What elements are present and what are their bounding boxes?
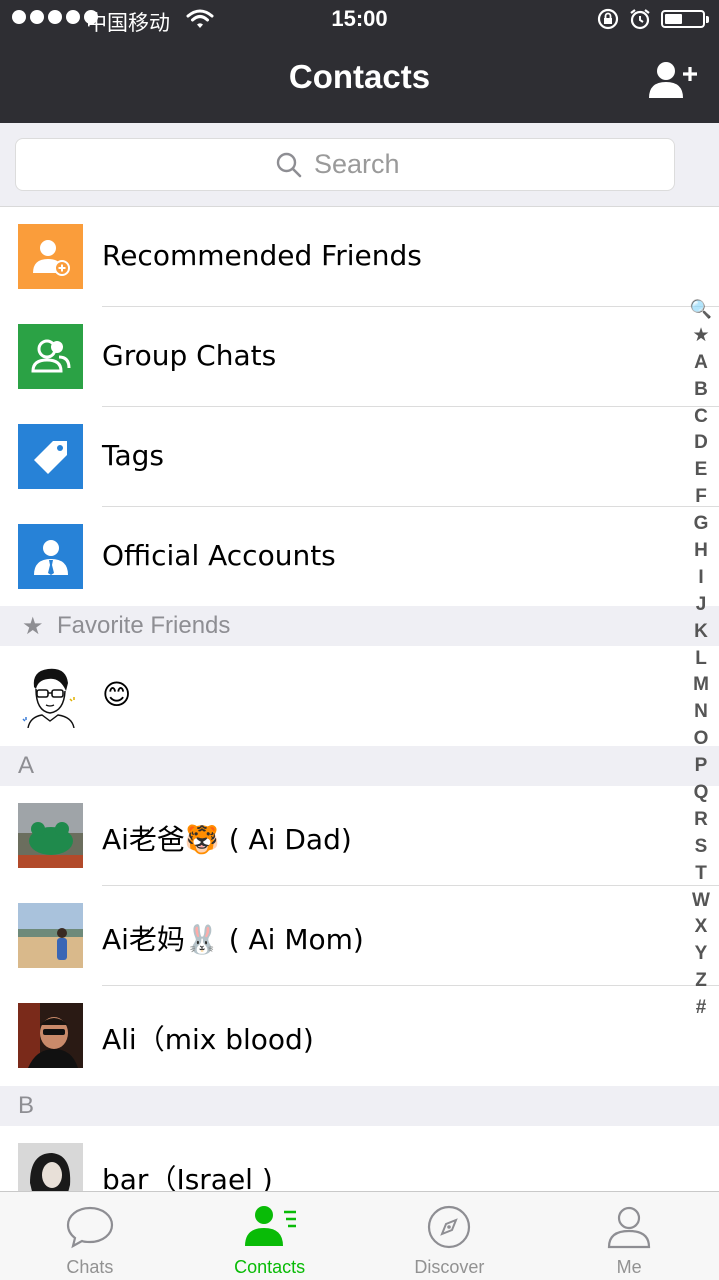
add-friend-icon [18,224,83,289]
avatar [18,1003,83,1068]
search-bar [0,123,719,207]
index-letter[interactable]: G [694,511,709,538]
group-icon [18,324,83,389]
index-letter[interactable]: F [695,484,707,511]
row-label: Recommended Friends [102,239,422,272]
add-contact-icon[interactable] [647,60,697,102]
index-letter[interactable]: L [695,646,707,673]
group-chats-row[interactable]: Group Chats [0,307,719,407]
index-letter[interactable]: Q [694,780,709,807]
search-field[interactable] [15,138,675,191]
tab-label: Contacts [234,1257,306,1277]
person-icon [608,1206,651,1249]
rotation-lock-icon [597,8,619,30]
row-label: Group Chats [102,339,277,372]
search-input[interactable] [314,149,414,180]
tab-contacts[interactable]: Contacts [180,1192,360,1280]
contact-name: 😊 [102,678,132,711]
index-letter[interactable]: C [694,404,708,431]
contact-name: Ali（mix blood) [102,1023,314,1056]
page-title: Contacts [288,58,431,95]
alphabet-index[interactable]: 🔍 ★ A B C D E F G H I J K L M N O P Q R S T W X Y Z # [689,296,713,1022]
index-letter[interactable]: T [695,861,707,888]
contact-name: Ai老妈🐰 ( Ai Mom) [102,923,364,956]
index-letter[interactable]: O [694,726,709,753]
tags-row[interactable]: Tags [0,407,719,507]
index-letter[interactable]: S [695,834,708,861]
tab-discover[interactable]: Discover [360,1192,540,1280]
index-letter[interactable]: A [694,350,708,377]
index-letter[interactable]: Y [695,941,708,968]
recommended-friends-row[interactable]: Recommended Friends [0,207,719,307]
index-letter[interactable]: R [694,807,708,834]
index-letter[interactable]: B [694,377,708,404]
tag-icon [18,424,83,489]
index-letter[interactable]: W [692,888,710,915]
row-label: Tags [102,439,164,472]
avatar [18,903,83,968]
tab-me[interactable]: Me [539,1192,719,1280]
official-account-icon [18,524,83,589]
index-letter[interactable]: D [694,430,708,457]
index-letter[interactable]: I [698,565,703,592]
star-icon: ★ [22,613,44,640]
section-title: Favorite Friends [57,612,231,639]
index-letter[interactable]: N [694,699,708,726]
section-header-favorites: ★ Favorite Friends [0,606,719,646]
index-letter[interactable]: Z [695,968,707,995]
index-letter[interactable]: ★ [692,323,709,350]
contacts-icon [244,1206,296,1246]
top-bar: 中国移动 15:00 Contacts [0,0,719,123]
contact-row[interactable]: Ai老妈🐰 ( Ai Mom) [0,886,719,986]
contact-row[interactable]: 😊 [0,646,719,746]
alarm-icon [630,9,650,30]
contact-name: Ai老爸🐯 ( Ai Dad) [102,823,352,856]
index-letter[interactable]: K [694,619,708,646]
battery-icon [661,10,709,28]
row-label: Official Accounts [102,539,336,572]
tab-bar: Chats Contacts Discover Me [0,1191,719,1280]
section-header-b: B [0,1086,719,1126]
compass-icon [428,1205,471,1249]
section-letter: A [18,752,35,779]
section-letter: B [18,1092,35,1119]
tab-label: Me [616,1257,642,1277]
index-letter[interactable]: E [695,457,708,484]
tab-label: Chats [66,1257,114,1277]
official-accounts-row[interactable]: Official Accounts [0,507,719,607]
avatar [18,803,83,868]
index-letter[interactable]: X [695,914,708,941]
index-letter[interactable]: J [696,592,707,619]
index-letter[interactable]: P [695,753,708,780]
chat-bubble-icon [66,1206,113,1249]
search-icon [276,152,302,177]
status-bar: 中国移动 15:00 [0,0,719,40]
contact-row[interactable]: Ai老爸🐯 ( Ai Dad) [0,786,719,886]
section-header-a: A [0,746,719,786]
tab-label: Discover [414,1257,485,1277]
index-letter[interactable]: M [693,672,709,699]
avatar [18,663,83,728]
index-letter[interactable]: 🔍 [690,296,712,323]
index-letter[interactable]: # [696,995,707,1022]
tab-chats[interactable]: Chats [0,1192,180,1280]
contact-row[interactable]: Ali（mix blood) [0,986,719,1086]
index-letter[interactable]: H [694,538,708,565]
